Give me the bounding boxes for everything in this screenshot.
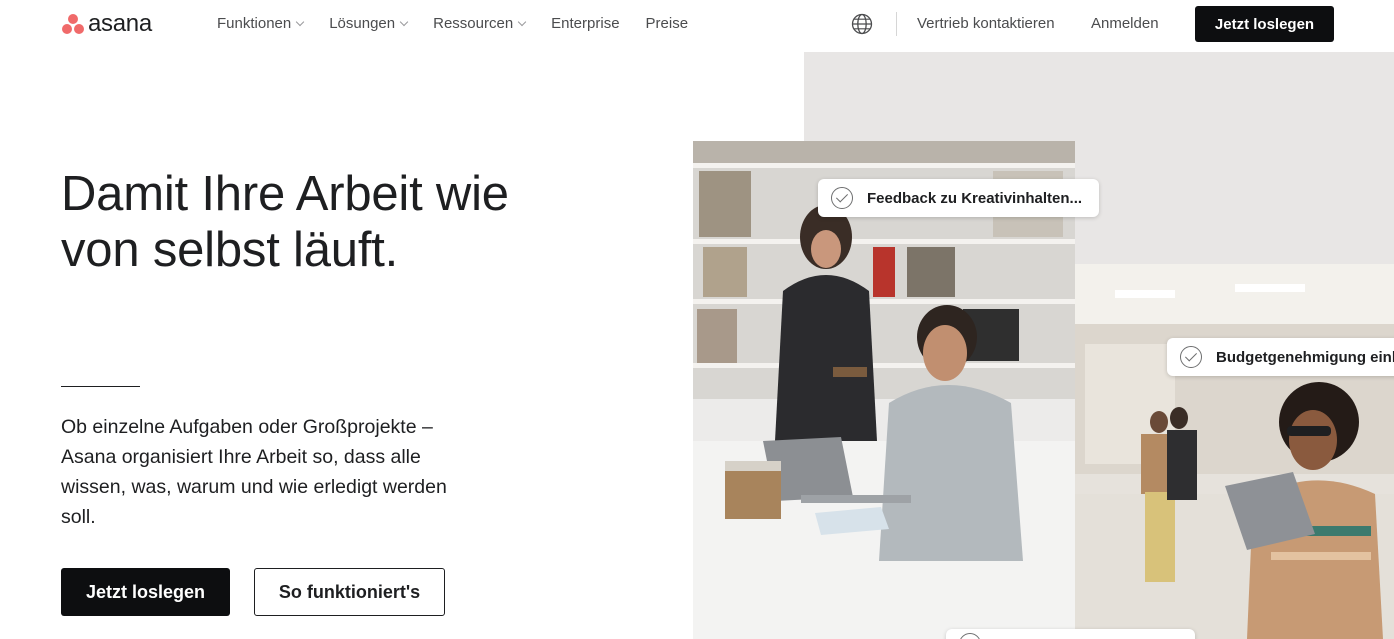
menu-item-ressourcen[interactable]: Ressourcen [433,14,527,34]
task-card-budget[interactable]: Budgetgenehmigung einholen [1167,338,1394,376]
get-started-button[interactable]: Jetzt loslegen [61,568,230,616]
menu-label: Enterprise [551,15,620,32]
nav-divider [896,12,897,36]
menu-label: Preise [645,15,689,32]
hero-title-line-2: von selbst läuft. [61,223,399,277]
menu-label: Ressourcen [433,15,514,32]
menu-label: Funktionen [217,15,292,32]
login-link[interactable]: Anmelden [1091,14,1159,34]
office-photo-laptop [1075,264,1394,639]
top-navigation: asana Funktionen Lösungen Ressourcen Ent… [0,0,1394,48]
check-circle-icon[interactable] [831,187,853,209]
hero-subtitle: Ob einzelne Aufgaben oder Großprojekte –… [61,416,447,528]
hero-divider [61,386,140,387]
how-it-works-button[interactable]: So funktioniert's [254,568,445,616]
globe-icon[interactable] [851,13,873,35]
asana-logo-icon [61,13,85,35]
task-card-label: Feedback zu Kreativinhalten... [867,189,1083,207]
contact-sales-link[interactable]: Vertrieb kontaktieren [917,14,1055,34]
chevron-down-icon [517,17,527,27]
menu-label: Lösungen [329,15,396,32]
menu-item-funktionen[interactable]: Funktionen [217,14,305,34]
chevron-down-icon [399,17,409,27]
task-card-feedback[interactable]: Feedback zu Kreativinhalten... [818,179,1099,217]
task-card-label: Budgetgenehmigung einholen [1216,348,1394,366]
main-menu: Funktionen Lösungen Ressourcen Enterpris… [217,14,714,34]
menu-item-loesungen[interactable]: Lösungen [329,14,409,34]
chevron-down-icon [295,17,305,27]
logo-text: asana [88,10,152,37]
asana-logo[interactable]: asana [61,12,152,36]
check-circle-icon[interactable] [959,633,981,639]
hero-title-line-1: Damit Ihre Arbeit wie [61,167,509,221]
hero-title: Damit Ihre Arbeit wie von selbst läuft. [61,166,621,278]
menu-item-preise[interactable]: Preise [646,14,689,34]
get-started-nav-button[interactable]: Jetzt loslegen [1195,6,1334,42]
menu-item-enterprise[interactable]: Enterprise [551,14,619,34]
check-circle-icon[interactable] [1180,346,1202,368]
task-card-partial[interactable] [946,629,1195,639]
